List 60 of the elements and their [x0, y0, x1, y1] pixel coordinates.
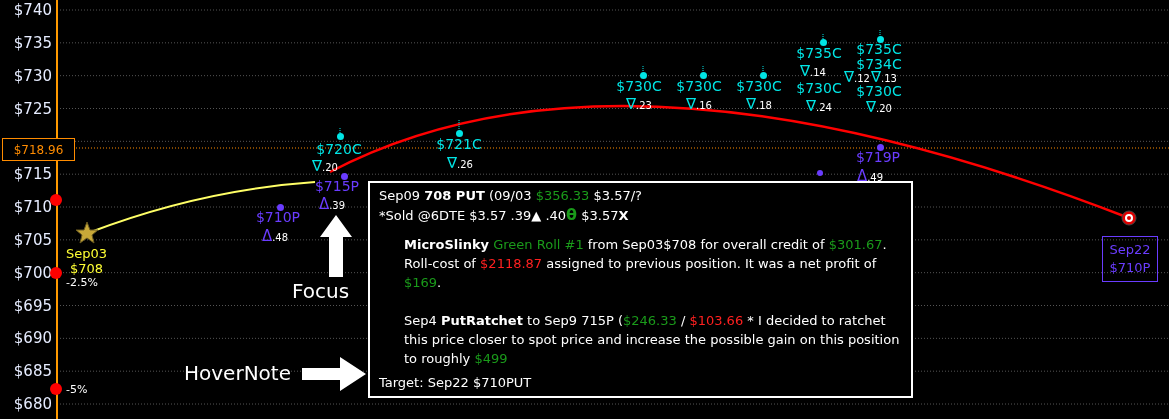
level-label: -2.5% — [66, 276, 98, 288]
note-text: Sep09 708 PUT (09/03 $356.33 $3.57/? — [379, 187, 644, 205]
y-axis-label: $680 — [13, 396, 52, 412]
star-icon — [75, 221, 99, 244]
option-strike: $734C — [856, 57, 902, 71]
y-axis-label: $685 — [13, 363, 52, 379]
leader-line — [822, 33, 824, 40]
right-arrow-icon — [302, 357, 366, 391]
option-strike: $720C — [316, 142, 362, 156]
option-strike: $721C — [436, 137, 482, 151]
option-strike: $710P — [255, 210, 301, 224]
note-text: Target: Sep22 $710PUT — [379, 374, 533, 392]
option-delta: ∇.18 — [746, 96, 772, 112]
spot-price-label: $718.96 — [2, 138, 75, 161]
option-strike: $730C — [796, 81, 842, 95]
y-axis-label: $740 — [13, 2, 52, 18]
y-axis-label: $700 — [13, 265, 52, 281]
level-label: -5% — [66, 383, 88, 395]
leader-line — [762, 65, 764, 73]
option-strike: $715P — [314, 179, 360, 193]
note-text: *Sold @6DTE $3.57 .39▲ .40θ $3.57X — [379, 205, 630, 225]
option-delta: Δ.39 — [318, 196, 346, 212]
option-strike: $730C — [736, 79, 782, 93]
y-axis-label: $705 — [13, 232, 52, 248]
y-axis-label: $735 — [13, 35, 52, 51]
leader-line — [458, 119, 460, 131]
option-delta: Δ.48 — [261, 228, 289, 244]
start-strike-label: $708 — [70, 262, 104, 275]
option-delta: ∇.20 — [866, 99, 892, 115]
callout-label: Focus — [292, 278, 350, 305]
option-strike: $730C — [616, 79, 662, 93]
y-axis-label: $730 — [13, 68, 52, 84]
option-delta: ∇.14 — [800, 63, 826, 79]
option-strike: $730C — [676, 79, 722, 93]
leader-line — [879, 29, 881, 37]
option-strike: $730C — [856, 84, 902, 98]
option-delta: ∇.13 — [871, 69, 897, 85]
leader-line — [702, 65, 704, 73]
option-strike: $735C — [796, 46, 842, 60]
note-text: MicroSlinky Green Roll #1 from Sep03$708 for overall credit of $301.67. Roll-cost of $2118.87 assigned to previous position. It was a net profit of $169. — [403, 236, 888, 292]
option-delta: ∇.20 — [312, 158, 338, 174]
up-arrow-icon — [320, 215, 352, 277]
y-axis-label: $725 — [13, 101, 52, 116]
leader-line — [642, 65, 644, 73]
option-strike: $735C — [856, 42, 902, 56]
option-delta: Δ.49 — [856, 168, 884, 184]
option-strike: $719P — [855, 150, 901, 164]
option-delta: ∇.12 — [844, 69, 870, 85]
option-delta: ∇.26 — [447, 155, 473, 171]
y-axis-label: $710 — [13, 199, 52, 215]
target-icon — [1121, 210, 1137, 226]
note-text: Sep4 PutRatchet to Sep9 715P ($246.33 / $103.66 * I decided to ratchet this price closer to spot price and increase the possible gain on this position to roughly $499 — [403, 312, 901, 368]
start-date-label: Sep03 — [66, 247, 108, 260]
target-label: Sep22 $710P — [1102, 236, 1158, 282]
y-axis-label: $715 — [13, 166, 52, 182]
callout-label: HoverNote — [184, 360, 291, 387]
y-axis-label: $690 — [13, 330, 52, 346]
option-delta: ∇.24 — [806, 98, 832, 114]
leader-line — [339, 127, 341, 134]
y-axis-label: $695 — [13, 298, 52, 313]
